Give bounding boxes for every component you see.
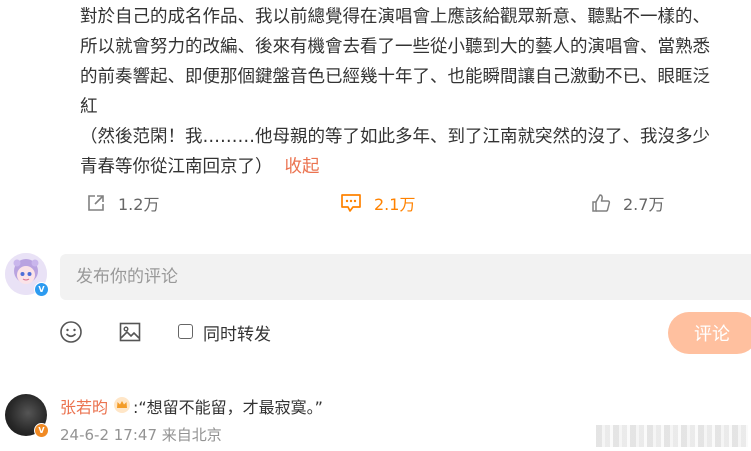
comment-meta: 24-6-2 17:47 来自北京 <box>60 426 222 444</box>
composer-toolbar: 同时转发 <box>0 318 751 348</box>
share-count: 1.2万 <box>118 195 160 214</box>
image-icon[interactable] <box>118 320 142 344</box>
share-icon <box>88 195 104 211</box>
post-body: 對於自己的成名作品、我以前總覺得在演唱會上應該給觀眾新意、聽點不一樣的、 所以就… <box>80 2 748 182</box>
share-button[interactable]: 1.2万 <box>86 188 159 218</box>
comment-icon <box>341 194 361 212</box>
emoji-icon[interactable] <box>59 320 83 344</box>
post-line: 紅 <box>80 97 98 117</box>
crown-icon <box>114 397 130 413</box>
comment-input[interactable] <box>60 254 751 300</box>
post-line-text: 青春等你從江南回京了） <box>80 157 273 177</box>
collapse-link[interactable]: 收起 <box>285 157 320 177</box>
like-icon <box>592 194 611 212</box>
comment-button[interactable]: 2.1万 <box>340 188 415 218</box>
verified-badge-icon: V <box>34 282 49 297</box>
watermark <box>596 425 748 447</box>
submit-comment-button[interactable]: 评论 <box>668 312 751 354</box>
post-line: （然後范閑！我………他母親的等了如此多年、到了江南就突然的沒了、我沒多少 <box>80 127 710 147</box>
like-button[interactable]: 2.7万 <box>591 188 664 218</box>
post-line: 對於自己的成名作品、我以前總覺得在演唱會上應該給觀眾新意、聽點不一樣的、 <box>80 7 710 27</box>
post-line: 所以就會努力的改編、後來有機會去看了一些從小聽到大的藝人的演唱會、當熟悉 <box>80 37 710 57</box>
post-line-last: 青春等你從江南回京了） 收起 <box>80 152 748 182</box>
repost-label: 同时转发 <box>203 325 271 345</box>
repost-checkbox[interactable] <box>178 324 193 339</box>
verified-badge-icon: V <box>34 423 49 438</box>
commenter-avatar[interactable]: V <box>5 394 49 438</box>
current-user-avatar[interactable]: V <box>5 253 49 297</box>
comment-count: 2.1万 <box>374 195 416 214</box>
post-action-bar: 1.2万 2.1万 2.7万 <box>0 188 751 218</box>
comment-author[interactable]: 张若昀 <box>60 394 108 418</box>
comment-text: :“想留不能留，才最寂寞。” <box>133 398 323 417</box>
post-line: 的前奏響起、即便那個鍵盤音色已經幾十年了、也能瞬間讓自己激動不已、眼眶泛 <box>80 67 710 87</box>
like-count: 2.7万 <box>623 195 665 214</box>
